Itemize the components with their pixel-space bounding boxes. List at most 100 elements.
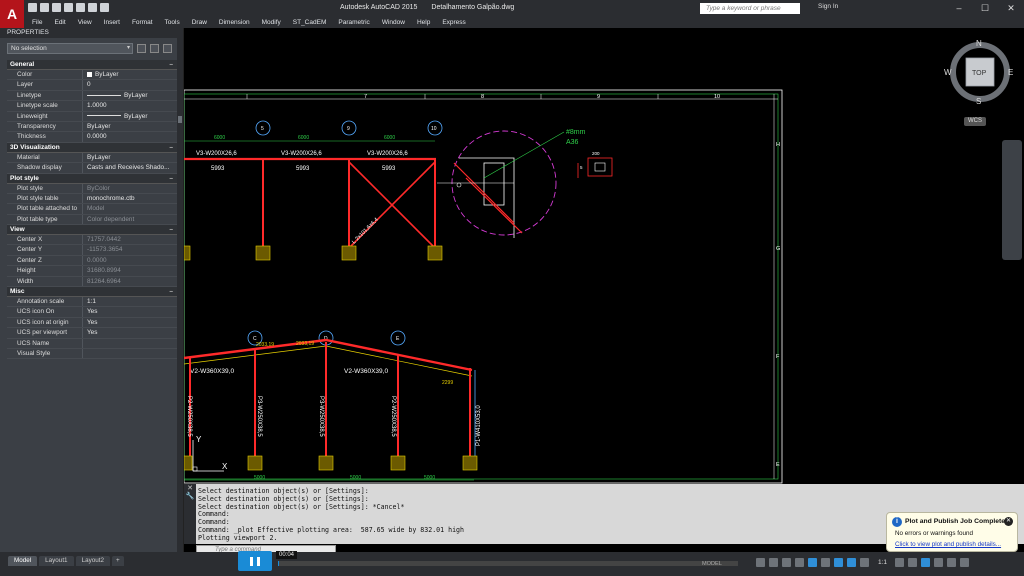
property-value[interactable]: monochrome.ctb (83, 194, 177, 203)
command-window-handle[interactable]: ✕ 🔧 (184, 484, 196, 544)
open-icon[interactable] (40, 3, 49, 12)
selection-dropdown[interactable]: No selection (7, 42, 133, 54)
wcs-menu-button[interactable]: WCS (964, 117, 986, 126)
navigation-bar[interactable] (1002, 140, 1022, 260)
property-row[interactable]: Visual Style (7, 348, 177, 360)
property-row[interactable]: Height 31680.8994 (7, 266, 177, 277)
hardware-acceleration-icon[interactable] (934, 558, 943, 567)
property-row[interactable]: Plot table attached to Model (7, 204, 177, 215)
property-value[interactable] (83, 349, 177, 358)
property-value[interactable]: 0.0000 (83, 256, 177, 265)
menu-modify[interactable]: Modify (262, 19, 281, 26)
plot-details-link[interactable]: Click to view plot and publish details..… (895, 541, 1001, 548)
select-objects-icon[interactable] (150, 43, 159, 53)
property-value[interactable]: ByLayer (83, 153, 177, 162)
tab-layout1[interactable]: Layout1 (39, 556, 74, 566)
menu-format[interactable]: Format (132, 19, 153, 26)
compass-south[interactable]: S (976, 97, 981, 106)
menu-express[interactable]: Express (442, 19, 465, 26)
lineweight-icon[interactable] (834, 558, 843, 567)
osnap-icon[interactable] (808, 558, 817, 567)
property-row[interactable]: Transparency ByLayer (7, 121, 177, 133)
menu-insert[interactable]: Insert (104, 19, 120, 26)
auto-scale-icon[interactable] (860, 558, 869, 567)
compass-north[interactable]: N (976, 40, 982, 48)
menu-window[interactable]: Window (382, 19, 405, 26)
annotation-scale[interactable]: 1:1 (878, 559, 887, 566)
undo-icon[interactable] (88, 3, 97, 12)
menu-help[interactable]: Help (417, 19, 430, 26)
menu-file[interactable]: File (32, 19, 42, 26)
close-button[interactable]: ✕ (998, 0, 1024, 16)
property-row[interactable]: Color ByLayer (7, 70, 177, 81)
tab-model[interactable]: Model (8, 556, 38, 566)
property-row[interactable]: UCS Name (7, 338, 177, 349)
property-row[interactable]: Center Y -11573.3654 (7, 245, 177, 256)
section-header[interactable]: Plot style (7, 173, 177, 184)
grid-icon[interactable] (756, 558, 765, 567)
menu-dimension[interactable]: Dimension (219, 19, 250, 26)
menu-tools[interactable]: Tools (165, 19, 180, 26)
viewcube[interactable]: TOP N S E W (944, 40, 1016, 112)
property-row[interactable]: Material ByLayer (7, 152, 177, 164)
workspace-gear-icon[interactable] (895, 558, 904, 567)
snap-icon[interactable] (769, 558, 778, 567)
video-progress-bar[interactable] (278, 561, 738, 566)
property-row[interactable]: Width 81264.6964 (7, 276, 177, 288)
isolate-objects-icon[interactable] (921, 558, 930, 567)
close-notification-button[interactable]: ✕ (1004, 517, 1013, 526)
clean-screen-icon[interactable] (947, 558, 956, 567)
section-header[interactable]: View (7, 225, 177, 236)
property-value[interactable]: Casts and Receives Shado... (83, 163, 177, 172)
property-value[interactable]: 0 (83, 80, 177, 89)
add-layout-button[interactable]: + (112, 556, 124, 566)
print-icon[interactable] (76, 3, 85, 12)
property-value[interactable]: ByLayer (83, 91, 177, 100)
pause-button[interactable] (238, 551, 272, 571)
property-row[interactable]: UCS icon at origin Yes (7, 317, 177, 329)
toggle-pickadd-icon[interactable] (137, 43, 146, 53)
property-value[interactable]: Model (83, 204, 177, 213)
maximize-button[interactable]: ☐ (972, 0, 998, 16)
property-row[interactable]: Center Z 0.0000 (7, 255, 177, 267)
sign-in-button[interactable]: Sign In (818, 3, 838, 10)
save-icon[interactable] (52, 3, 61, 12)
property-value[interactable]: ByLayer (83, 122, 177, 131)
property-row[interactable]: Linetype scale 1.0000 (7, 101, 177, 112)
property-value[interactable] (83, 339, 177, 348)
quick-select-icon[interactable] (163, 43, 172, 53)
property-value[interactable]: ByLayer (83, 70, 177, 79)
property-value[interactable]: -11573.3654 (83, 245, 177, 254)
menu-draw[interactable]: Draw (192, 19, 207, 26)
menu-parametric[interactable]: Parametric (338, 19, 369, 26)
property-value[interactable]: 1.0000 (83, 101, 177, 110)
application-menu-button[interactable]: A (0, 0, 24, 28)
property-row[interactable]: Plot style table monochrome.ctb (7, 193, 177, 205)
section-header[interactable]: 3D Visualization (7, 142, 177, 153)
property-row[interactable]: Annotation scale 1:1 (7, 297, 177, 308)
property-value[interactable]: 71757.0442 (83, 235, 177, 244)
ortho-icon[interactable] (782, 558, 791, 567)
compass-east[interactable]: E (1008, 68, 1013, 77)
property-value[interactable]: ByColor (83, 184, 177, 193)
property-value[interactable]: ByLayer (83, 112, 177, 121)
property-value[interactable]: Yes (83, 307, 177, 316)
annotation-monitor-icon[interactable] (908, 558, 917, 567)
property-value[interactable]: 81264.6964 (83, 277, 177, 286)
property-row[interactable]: Center X 71757.0442 (7, 235, 177, 246)
property-row[interactable]: Plot style ByColor (7, 183, 177, 194)
property-value[interactable]: Yes (83, 318, 177, 327)
minimize-button[interactable]: – (946, 0, 972, 16)
property-value[interactable]: 1:1 (83, 297, 177, 306)
compass-west[interactable]: W (944, 68, 952, 77)
property-value[interactable]: 0.0000 (83, 132, 177, 141)
tab-layout2[interactable]: Layout2 (75, 556, 110, 566)
new-icon[interactable] (28, 3, 37, 12)
menu-edit[interactable]: Edit (54, 19, 65, 26)
property-row[interactable]: Shadow display Casts and Receives Shado..… (7, 163, 177, 174)
section-header[interactable]: General (7, 60, 177, 70)
customization-menu-icon[interactable] (960, 558, 969, 567)
property-value[interactable]: Yes (83, 328, 177, 337)
property-value[interactable]: Color dependent (83, 215, 177, 224)
property-row[interactable]: Linetype ByLayer (7, 90, 177, 102)
